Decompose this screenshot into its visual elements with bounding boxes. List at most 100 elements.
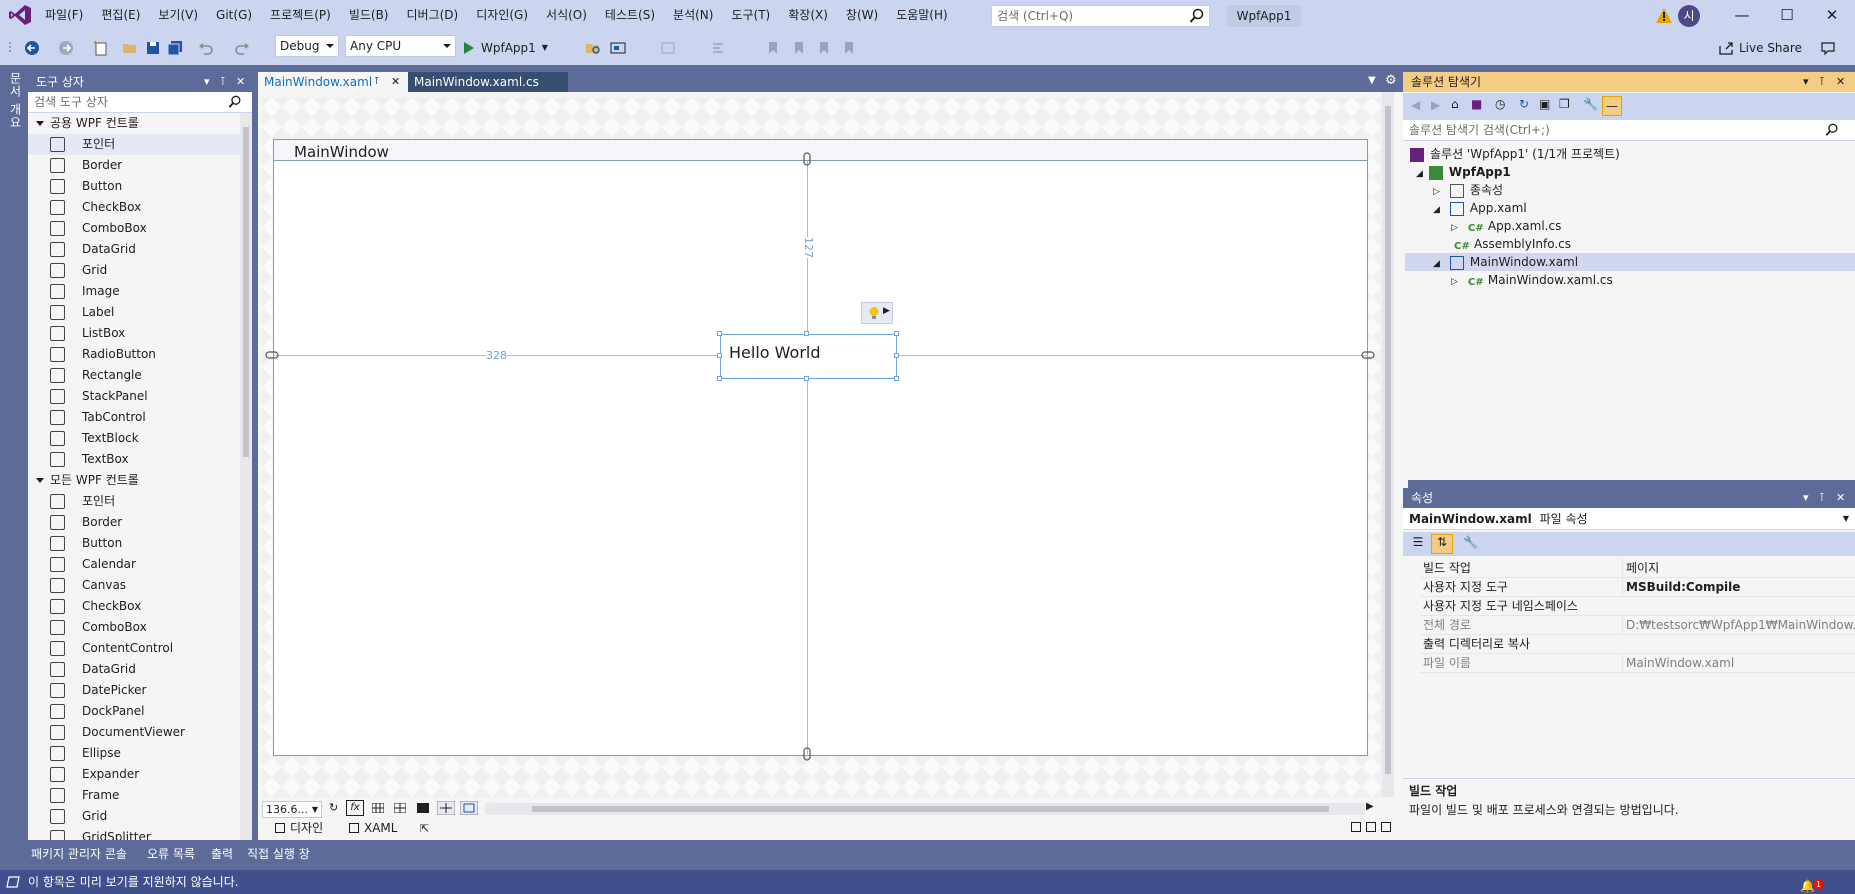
save-icon[interactable] [145, 40, 161, 56]
toolbox-group-common[interactable]: 공용 WPF 컨트롤 [28, 113, 252, 134]
toolbox-item[interactable]: Grid [28, 806, 252, 827]
close-panel-icon[interactable]: ✕ [236, 72, 245, 92]
pin-tab-icon[interactable]: ⊺ [374, 72, 379, 92]
tree-app-xaml-cs[interactable]: ▷ C# App.xaml.cs [1451, 217, 1561, 235]
anchor-link-icon[interactable] [265, 350, 279, 360]
designer-vertical-scrollbar[interactable] [1382, 92, 1394, 797]
refresh-icon[interactable]: ↻ [329, 801, 338, 814]
toolbox-item[interactable]: ComboBox [28, 617, 252, 638]
pin-icon[interactable]: ⊺ [1819, 72, 1825, 92]
toolbox-item[interactable]: RadioButton [28, 344, 252, 365]
toolbox-item[interactable]: Grid [28, 260, 252, 281]
bookmark-prev-icon[interactable] [790, 40, 806, 56]
scroll-thumb[interactable] [532, 806, 1329, 812]
switch-views-icon[interactable]: ■ [1471, 97, 1482, 111]
save-all-icon[interactable] [167, 40, 183, 56]
undo-icon[interactable] [198, 40, 214, 56]
device-preview-icon[interactable] [610, 40, 626, 56]
collapse-arrow-icon[interactable]: ◢ [1416, 169, 1423, 179]
toolbox-item[interactable]: CheckBox [28, 197, 252, 218]
property-row[interactable]: 사용자 지정 도구 MSBuild:Compile [1420, 578, 1855, 597]
collapse-arrow-icon[interactable]: ◢ [1433, 259, 1440, 269]
bookmark-icon[interactable] [765, 40, 781, 56]
tab-package-manager-console[interactable]: 패키지 관리자 콘솔 [31, 845, 127, 862]
anchor-link-icon[interactable] [802, 152, 812, 166]
toolbox-item[interactable]: Canvas [28, 575, 252, 596]
menu-edit[interactable]: 편집(E) [92, 0, 149, 31]
preview-selected-items-icon[interactable]: — [1602, 96, 1622, 116]
collapse-pane-icon[interactable] [1381, 822, 1391, 832]
menu-build[interactable]: 빌드(B) [340, 0, 398, 31]
toolbox-item[interactable]: Ellipse [28, 743, 252, 764]
toolbox-item[interactable]: DataGrid [28, 239, 252, 260]
property-value[interactable]: 페이지 [1622, 559, 1855, 578]
menu-debug[interactable]: 디버그(D) [398, 0, 468, 31]
close-panel-icon[interactable]: ✕ [1836, 488, 1845, 508]
split-vertical-icon[interactable] [1351, 822, 1361, 832]
properties-wrench-icon[interactable]: 🔧 [1583, 97, 1598, 111]
resize-handle[interactable] [894, 353, 899, 358]
toolbox-item[interactable]: DatePicker [28, 680, 252, 701]
scroll-thumb[interactable] [1385, 106, 1391, 774]
toolbox-item[interactable]: Label [28, 302, 252, 323]
bookmark-clear-icon[interactable] [840, 40, 856, 56]
open-file-icon[interactable] [122, 40, 138, 56]
toolbox-item[interactable]: TextBox [28, 449, 252, 470]
live-share-button[interactable]: Live Share [1718, 37, 1802, 59]
property-row[interactable]: 출력 디렉터리로 복사 [1420, 635, 1855, 654]
toolbox-scrollbar[interactable] [240, 113, 252, 840]
toolbox-item[interactable]: ListBox [28, 323, 252, 344]
toolbox-item[interactable]: StackPanel [28, 386, 252, 407]
toolbox-item[interactable]: 포인터 [28, 491, 252, 512]
solution-platform-select[interactable]: Any CPU [345, 35, 456, 57]
grid-icon[interactable] [372, 803, 384, 813]
resize-handle[interactable] [717, 376, 722, 381]
tab-mainwindow-xaml[interactable]: MainWindow.xaml ⊺ ✕ [258, 72, 408, 92]
wrench-icon[interactable]: 🔧 [1463, 535, 1478, 549]
feedback-icon[interactable] [1820, 40, 1836, 56]
navigate-back-icon[interactable] [24, 40, 40, 56]
maximize-icon[interactable]: ☐ [1764, 0, 1810, 31]
solution-explorer-search-input[interactable]: 솔루션 탐색기 검색(Ctrl+;) [1403, 120, 1855, 141]
collapse-arrow-icon[interactable]: ◢ [1433, 205, 1440, 215]
menu-file[interactable]: 파일(F) [36, 0, 92, 31]
align-icon[interactable] [710, 40, 726, 56]
grid-icon[interactable] [394, 803, 406, 813]
tree-solution[interactable]: 솔루션 'WpfApp1' (1/1개 프로젝트) [1410, 145, 1620, 163]
toolbox-item[interactable]: TextBlock [28, 428, 252, 449]
toolbox-item[interactable]: GridSplitter [28, 827, 252, 840]
global-search-input[interactable]: 검색 (Ctrl+Q) [991, 5, 1210, 27]
pin-icon[interactable]: ⊺ [1819, 488, 1825, 508]
toolbox-item[interactable]: Button [28, 533, 252, 554]
categorized-icon[interactable]: ☰ [1409, 535, 1427, 553]
scroll-thumb[interactable] [243, 127, 249, 457]
anchor-link-icon[interactable] [1361, 350, 1375, 360]
panel-menu-icon[interactable]: ▾ [1803, 72, 1809, 92]
swap-panes-icon[interactable]: ⇱ [420, 822, 429, 835]
resize-handle[interactable] [894, 331, 899, 336]
solution-configuration-select[interactable]: Debug [275, 35, 339, 57]
tree-project[interactable]: ◢ WpfApp1 [1416, 163, 1511, 181]
menu-project[interactable]: 프로젝트(P) [261, 0, 340, 31]
tree-dependencies[interactable]: ▷ 종속성 [1433, 181, 1503, 199]
home-icon[interactable]: ⌂ [1451, 97, 1459, 111]
sync-icon[interactable]: ↻ [1519, 97, 1529, 111]
menu-view[interactable]: 보기(V) [149, 0, 207, 31]
start-dropdown-icon[interactable]: ▼ [542, 37, 548, 59]
navigate-forward-icon[interactable] [58, 40, 74, 56]
tab-mainwindow-xaml-cs[interactable]: MainWindow.xaml.cs [408, 72, 568, 92]
document-outline-tab[interactable]: 문서 개요 [8, 72, 24, 129]
menu-analyze[interactable]: 분석(N) [664, 0, 722, 31]
expand-arrow-icon[interactable]: ▷ [1451, 223, 1458, 233]
expand-arrow-icon[interactable]: ▷ [1433, 187, 1440, 197]
property-value[interactable]: MSBuild:Compile [1622, 578, 1855, 597]
scroll-right-icon[interactable]: ▶ [1366, 801, 1374, 812]
toolbox-item[interactable]: Frame [28, 785, 252, 806]
designer-window-frame[interactable] [273, 139, 1368, 756]
tab-error-list[interactable]: 오류 목록 [147, 845, 195, 862]
tree-app-xaml[interactable]: ◢ App.xaml [1433, 199, 1527, 217]
property-row[interactable]: 파일 이름 MainWindow.xaml [1420, 654, 1855, 673]
toolbox-item[interactable]: Calendar [28, 554, 252, 575]
toolbox-item[interactable]: Expander [28, 764, 252, 785]
warning-icon[interactable] [1656, 8, 1672, 23]
